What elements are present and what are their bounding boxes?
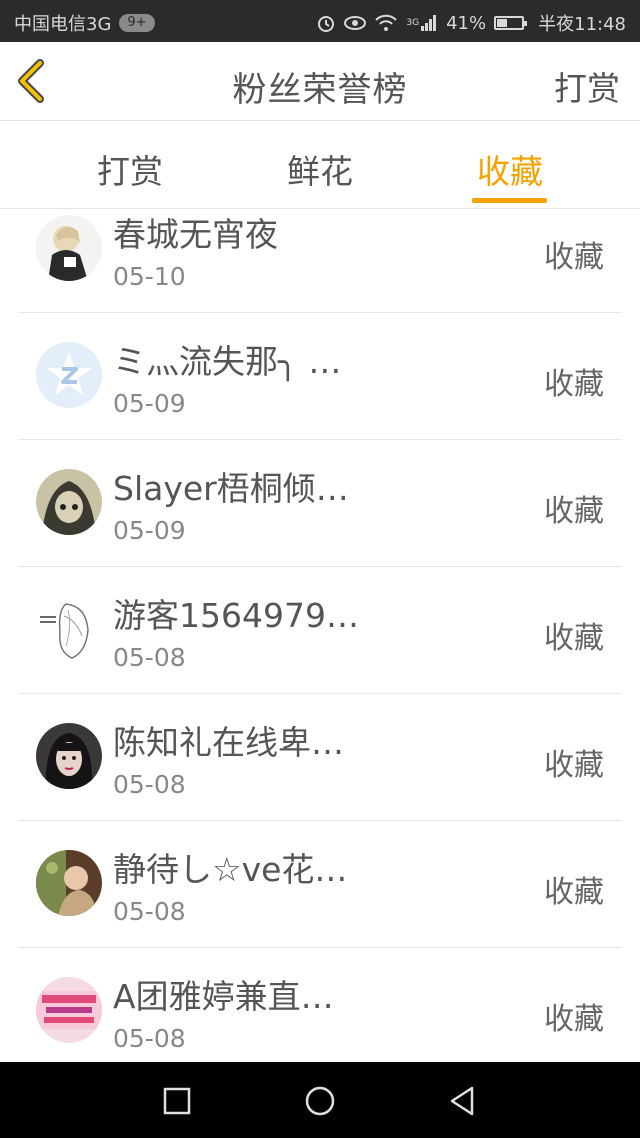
status-left: 中国电信3G 9+	[14, 10, 155, 36]
reward-button[interactable]: 打赏	[554, 62, 620, 110]
avatar	[36, 596, 102, 662]
fan-date: 05-08	[113, 770, 186, 799]
page-title: 粉丝荣誉榜	[232, 70, 408, 110]
avatar	[36, 723, 102, 789]
alarm-icon	[316, 13, 336, 33]
fan-name: Slayer梧桐倾…	[113, 469, 349, 508]
battery-percent: 41%	[446, 12, 487, 34]
signal-type-label: 3G	[406, 18, 420, 28]
action-type: 收藏	[544, 875, 604, 910]
active-tab-indicator	[472, 198, 547, 203]
recent-apps-icon	[163, 1087, 191, 1115]
system-back-button[interactable]	[446, 1084, 480, 1118]
notification-badge: 9+	[119, 14, 155, 32]
back-triangle-icon	[450, 1086, 474, 1116]
fan-date: 05-10	[113, 262, 186, 291]
list-item[interactable]: ミ灬流失那╮ … 05-09 收藏	[0, 313, 640, 440]
fan-name: A团雅婷兼直…	[113, 977, 334, 1016]
eye-icon	[344, 15, 367, 31]
wifi-icon	[374, 14, 398, 32]
status-right: 3G 41% 半夜11:48	[308, 10, 626, 36]
fan-name: ミ灬流失那╮ …	[113, 342, 342, 381]
avatar	[36, 469, 102, 535]
action-type: 收藏	[544, 1002, 604, 1037]
list-item[interactable]: 春城无宵夜 05-10 收藏	[0, 208, 640, 313]
fan-name: 游客1564979…	[113, 596, 359, 635]
fan-name: 陈知礼在线卑…	[113, 723, 344, 762]
fan-date: 05-08	[113, 643, 186, 672]
fan-date: 05-08	[113, 1024, 186, 1053]
tab-reward[interactable]: 打赏	[70, 145, 190, 193]
app-header: 粉丝荣誉榜 打赏	[0, 42, 640, 121]
list-item[interactable]: Slayer梧桐倾… 05-09 收藏	[0, 440, 640, 567]
list-item[interactable]: 静待し☆ve花… 05-08 收藏	[0, 821, 640, 948]
fan-name: 春城无宵夜	[113, 215, 278, 254]
action-type: 收藏	[544, 748, 604, 783]
carrier-label: 中国电信3G	[14, 14, 112, 35]
tab-favorites[interactable]: 收藏	[450, 145, 570, 193]
battery-icon	[494, 16, 528, 30]
fan-date: 05-09	[113, 389, 186, 418]
avatar	[36, 850, 102, 916]
tab-flowers[interactable]: 鲜花	[260, 145, 380, 193]
tab-bar: 打赏 鲜花 收藏	[0, 121, 640, 209]
fan-list[interactable]: 春城无宵夜 05-10 收藏 ミ灬流失那╮ … 05-09 收藏 Slayer梧…	[0, 208, 640, 1062]
fan-date: 05-09	[113, 516, 186, 545]
fan-date: 05-08	[113, 897, 186, 926]
status-bar: 中国电信3G 9+ 3G 41% 半夜11:48	[0, 0, 640, 42]
signal-icon: 3G	[406, 14, 438, 32]
home-button[interactable]	[303, 1084, 337, 1118]
action-type: 收藏	[544, 621, 604, 656]
list-item[interactable]: 陈知礼在线卑… 05-08 收藏	[0, 694, 640, 821]
list-item[interactable]: 游客1564979… 05-08 收藏	[0, 567, 640, 694]
action-type: 收藏	[544, 494, 604, 529]
avatar	[36, 342, 102, 408]
clock-time: 半夜11:48	[538, 14, 626, 35]
fan-name: 静待し☆ve花…	[113, 850, 348, 889]
avatar	[36, 977, 102, 1043]
list-item[interactable]: A团雅婷兼直… 05-08 收藏	[0, 948, 640, 1062]
system-nav-bar	[0, 1062, 640, 1138]
action-type: 收藏	[544, 367, 604, 402]
recent-apps-button[interactable]	[160, 1084, 194, 1118]
home-icon	[305, 1086, 335, 1116]
avatar	[36, 215, 102, 281]
action-type: 收藏	[544, 240, 604, 275]
